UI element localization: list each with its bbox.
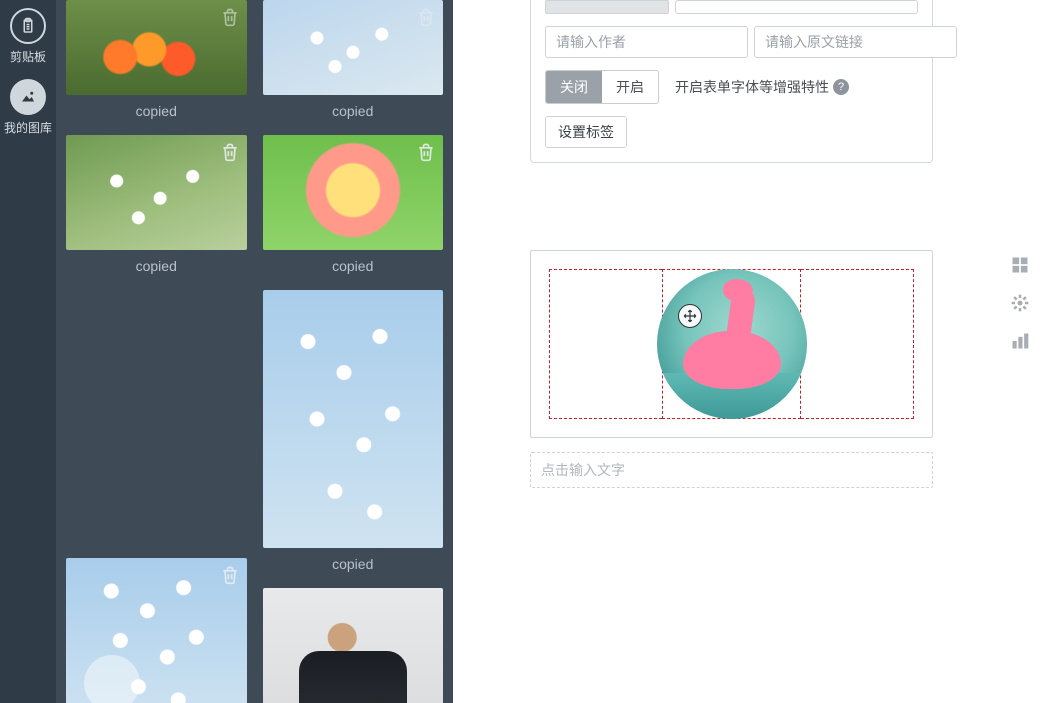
- rail-item-library[interactable]: 我的图库: [0, 75, 56, 146]
- thumb[interactable]: [66, 0, 247, 95]
- thumb-badge: [84, 655, 140, 703]
- set-tags-button[interactable]: 设置标签: [545, 116, 627, 148]
- thumb[interactable]: [66, 558, 247, 703]
- side-tools: [1007, 252, 1037, 354]
- image-library-icon: [10, 79, 46, 115]
- left-rail: 剪贴板 我的图库: [0, 0, 56, 703]
- grid-icon[interactable]: [1007, 252, 1033, 278]
- enhance-feature-label: 开启表单字体等增强特性 ?: [675, 77, 849, 97]
- clipboard-icon: [10, 8, 46, 44]
- trash-icon[interactable]: [413, 139, 439, 165]
- burst-icon[interactable]: [1007, 290, 1033, 316]
- gallery-col-right: copied copied copied: [263, 0, 444, 703]
- thumb-caption: copied: [263, 552, 444, 574]
- thumb[interactable]: [66, 135, 247, 250]
- gallery-col-left: copied copied: [66, 0, 247, 703]
- trash-icon[interactable]: [217, 139, 243, 165]
- rail-item-clipboard[interactable]: 剪贴板: [0, 4, 56, 75]
- editor-area: 关闭 开启 开启表单字体等增强特性 ? 设置标签: [453, 0, 1049, 703]
- enhance-feature-text: 开启表单字体等增强特性: [675, 77, 829, 97]
- canvas-block: 点击输入文字: [530, 250, 933, 488]
- thumb-caption: copied: [66, 99, 247, 121]
- toggle-on-button[interactable]: 开启: [602, 71, 658, 103]
- thumb[interactable]: [263, 0, 444, 95]
- toggle-off-button[interactable]: 关闭: [546, 71, 602, 103]
- trash-icon[interactable]: [217, 562, 243, 588]
- thumb[interactable]: [263, 290, 444, 548]
- trash-icon[interactable]: [217, 4, 243, 30]
- rail-label-clipboard: 剪贴板: [0, 48, 56, 65]
- thumb-caption: copied: [263, 99, 444, 121]
- placed-image[interactable]: [657, 269, 807, 419]
- blank-input[interactable]: [675, 0, 918, 14]
- thumb[interactable]: [263, 588, 444, 703]
- thumb[interactable]: [263, 135, 444, 250]
- rail-label-library: 我的图库: [0, 119, 56, 136]
- thumb-caption: copied: [263, 254, 444, 276]
- author-input[interactable]: [545, 26, 748, 58]
- toggle-pill-left[interactable]: [545, 0, 669, 14]
- source-url-input[interactable]: [754, 26, 957, 58]
- thumb-image: [263, 588, 444, 703]
- trash-icon[interactable]: [413, 4, 439, 30]
- gallery-panel: copied copied: [56, 0, 453, 703]
- text-slot[interactable]: 点击输入文字: [530, 452, 933, 488]
- bars-icon[interactable]: [1007, 328, 1033, 354]
- help-icon[interactable]: ?: [833, 79, 849, 95]
- thumb-image: [263, 290, 444, 548]
- settings-card: 关闭 开启 开启表单字体等增强特性 ? 设置标签: [530, 0, 933, 163]
- enhance-toggle: 关闭 开启: [545, 70, 659, 104]
- thumb-caption: copied: [66, 254, 247, 276]
- image-drop-zone[interactable]: [530, 250, 933, 438]
